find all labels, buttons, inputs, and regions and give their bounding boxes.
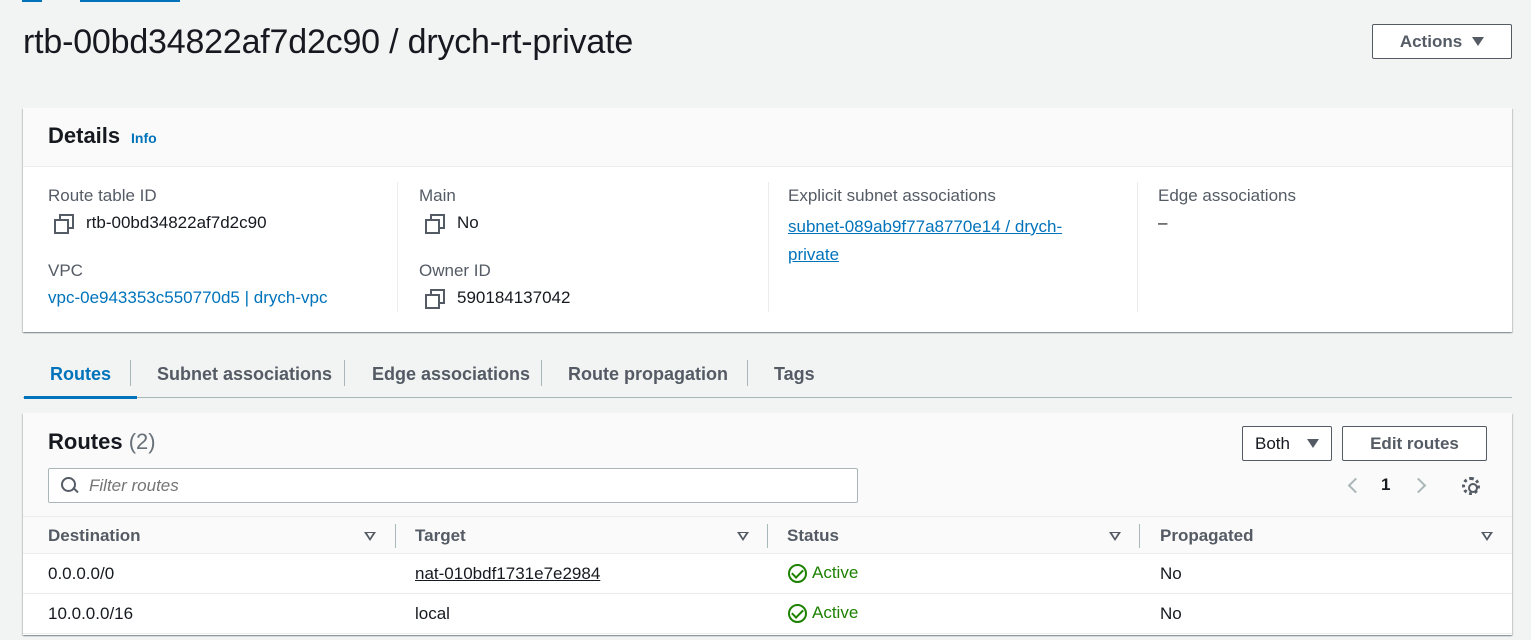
column-header-status[interactable]: Status bbox=[787, 526, 839, 546]
routes-title-text: Routes bbox=[48, 429, 123, 454]
owner-id-value: 590184137042 bbox=[425, 288, 571, 309]
actions-label: Actions bbox=[1399, 31, 1463, 51]
chevron-right-icon[interactable] bbox=[1410, 477, 1427, 494]
page-number[interactable]: 1 bbox=[1381, 475, 1390, 495]
explicit-subnet-line2: private bbox=[788, 245, 840, 264]
route-table-id-text: rtb-00bd34822af7d2c90 bbox=[86, 213, 267, 232]
column-divider bbox=[1137, 182, 1138, 312]
edge-associations-label: Edge associations bbox=[1158, 186, 1296, 205]
filter-field[interactable] bbox=[48, 468, 858, 503]
status-cell: Active bbox=[788, 563, 858, 583]
route-table-id-value: rtb-00bd34822af7d2c90 bbox=[54, 213, 267, 234]
copy-icon[interactable] bbox=[425, 214, 445, 234]
edge-associations-value: – bbox=[1158, 213, 1168, 232]
table-row: 0.0.0.0/0 nat-010bdf1731e7e2984 Active N… bbox=[23, 554, 1512, 594]
table-header: Destination Target Status Propagated bbox=[23, 516, 1512, 554]
breadcrumb bbox=[22, 0, 180, 3]
routes-header: Routes (2) Both Edit routes 1 bbox=[23, 413, 1512, 516]
check-circle-icon bbox=[788, 603, 807, 623]
destination-cell: 0.0.0.0/0 bbox=[48, 564, 115, 583]
routes-title: Routes (2) bbox=[48, 429, 156, 455]
breadcrumb-link-underline[interactable] bbox=[80, 0, 180, 2]
propagated-cell: No bbox=[1160, 604, 1182, 623]
search-icon bbox=[61, 476, 79, 495]
status-text: Active bbox=[812, 563, 859, 582]
info-link[interactable]: Info bbox=[131, 130, 157, 146]
column-separator[interactable] bbox=[395, 524, 396, 548]
column-header-propagated[interactable]: Propagated bbox=[1160, 526, 1254, 546]
table-row: 10.0.0.0/16 local Active No bbox=[23, 594, 1512, 634]
routes-panel: Routes (2) Both Edit routes 1 Destinatio… bbox=[23, 413, 1512, 635]
column-separator[interactable] bbox=[767, 524, 768, 548]
column-header-target[interactable]: Target bbox=[415, 526, 466, 546]
explicit-subnet-line1: subnet-089ab9f77a8770e14 / drych- bbox=[788, 217, 1063, 236]
route-table-id-label: Route table ID bbox=[48, 186, 157, 205]
copy-icon[interactable] bbox=[425, 289, 445, 309]
edit-routes-button[interactable]: Edit routes bbox=[1342, 426, 1487, 461]
status-text: Active bbox=[812, 603, 859, 622]
routes-count: (2) bbox=[128, 429, 156, 454]
explicit-subnet-label: Explicit subnet associations bbox=[788, 186, 996, 205]
tab-edge-associations[interactable]: Edge associations bbox=[372, 350, 530, 398]
caret-down-icon bbox=[1307, 439, 1319, 448]
vpc-link[interactable]: vpc-0e943353c550770d5 | drych-vpc bbox=[48, 288, 327, 308]
tab-routes[interactable]: Routes bbox=[23, 350, 138, 399]
edit-routes-label: Edit routes bbox=[1370, 433, 1459, 453]
main-text: No bbox=[457, 213, 479, 232]
explicit-subnet-link[interactable]: subnet-089ab9f77a8770e14 / drych- privat… bbox=[788, 213, 1062, 269]
main-value: No bbox=[425, 213, 479, 234]
tab-separator bbox=[130, 360, 131, 386]
routes-table: Destination Target Status Propagated 0.0… bbox=[23, 516, 1512, 634]
sort-icon[interactable] bbox=[1109, 532, 1121, 541]
tab-bar: Routes Subnet associations Edge associat… bbox=[23, 350, 1512, 399]
details-header: Details Info bbox=[23, 108, 1512, 167]
chevron-left-icon[interactable] bbox=[1347, 477, 1364, 494]
tab-separator bbox=[541, 360, 542, 386]
sort-icon[interactable] bbox=[737, 532, 749, 541]
tab-separator bbox=[747, 360, 748, 386]
owner-id-label: Owner ID bbox=[419, 261, 491, 280]
details-panel: Details Info Route table ID rtb-00bd3482… bbox=[23, 108, 1512, 332]
destination-cell: 10.0.0.0/16 bbox=[48, 604, 134, 623]
caret-down-icon bbox=[1472, 37, 1485, 46]
target-cell: local bbox=[415, 604, 450, 623]
column-separator[interactable] bbox=[1139, 524, 1140, 548]
main-label: Main bbox=[419, 186, 456, 205]
tab-subnet-associations[interactable]: Subnet associations bbox=[157, 350, 332, 398]
actions-button[interactable]: Actions bbox=[1372, 24, 1512, 59]
filter-input[interactable] bbox=[89, 475, 789, 496]
sort-icon[interactable] bbox=[1481, 532, 1493, 541]
vpc-label: VPC bbox=[48, 261, 83, 280]
owner-id-text: 590184137042 bbox=[457, 288, 571, 307]
tab-route-propagation[interactable]: Route propagation bbox=[568, 350, 728, 398]
copy-icon[interactable] bbox=[54, 214, 74, 234]
propagated-cell: No bbox=[1160, 564, 1182, 583]
both-select-value: Both bbox=[1255, 433, 1290, 453]
column-divider bbox=[768, 182, 769, 312]
details-heading: Details bbox=[48, 123, 121, 148]
page-title: rtb-00bd34822af7d2c90 / drych-rt-private bbox=[23, 23, 634, 61]
both-select[interactable]: Both bbox=[1242, 426, 1332, 461]
gear-icon[interactable] bbox=[1462, 477, 1480, 495]
tab-separator bbox=[344, 360, 345, 386]
target-link[interactable]: nat-010bdf1731e7e2984 bbox=[415, 564, 600, 584]
column-divider bbox=[397, 182, 398, 312]
sort-icon[interactable] bbox=[364, 532, 376, 541]
column-header-destination[interactable]: Destination bbox=[48, 526, 141, 546]
status-cell: Active bbox=[788, 603, 858, 623]
tab-tags[interactable]: Tags bbox=[774, 350, 815, 398]
breadcrumb-link-underline[interactable] bbox=[22, 0, 42, 2]
check-circle-icon bbox=[788, 563, 807, 583]
